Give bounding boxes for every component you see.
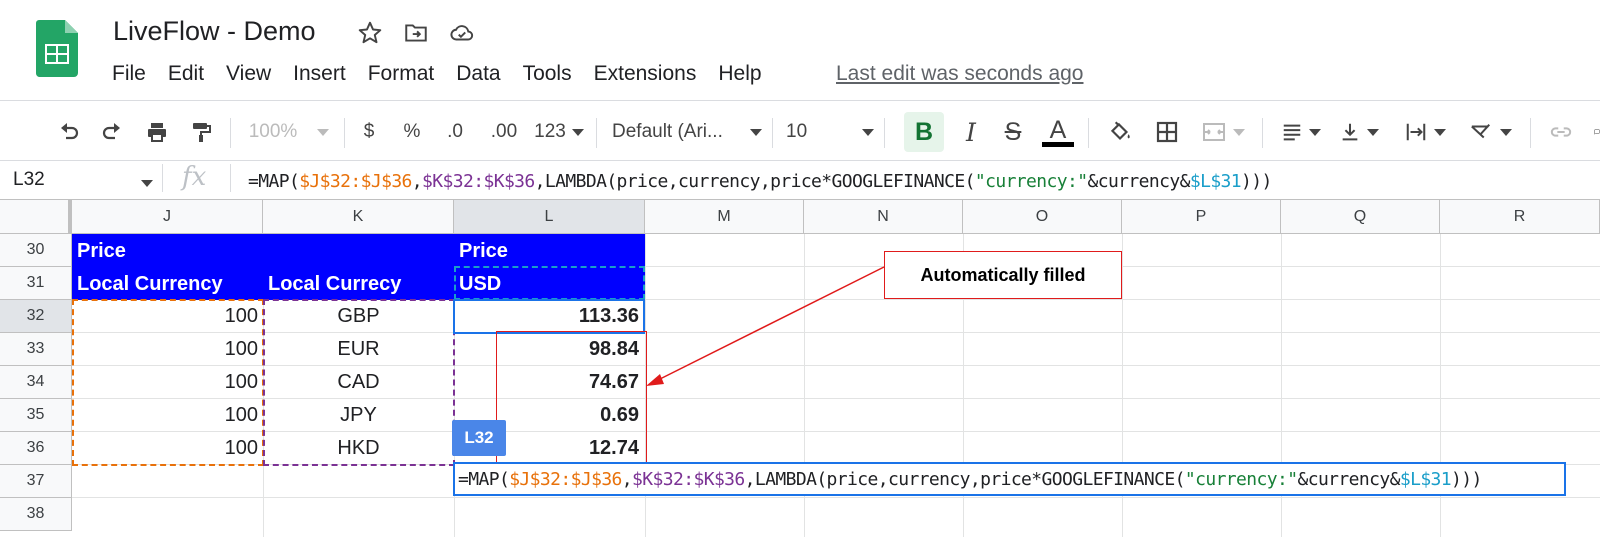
spreadsheet-grid[interactable]: J K L M N O P Q R 30 31 32 33 34 35 36 3… [0,200,1600,537]
toolbar: 100% $ % .0 .00 123 Default (Ari... 10 B… [0,108,1600,156]
currency-format-button[interactable]: $ [356,108,382,156]
text-color-swatch [1042,141,1074,147]
more-formats-button[interactable]: 123 [533,108,585,156]
menu-tools[interactable]: Tools [523,62,572,86]
insert-comment-icon[interactable] [1586,108,1600,156]
undo-icon[interactable] [52,108,86,156]
bold-button[interactable]: B [904,112,944,152]
document-title[interactable]: LiveFlow - Demo [113,16,316,47]
paint-format-icon[interactable] [184,108,218,156]
formula-part: &currency& [1087,171,1190,192]
formula-part: ))) [1451,468,1482,490]
menu-view[interactable]: View [226,62,271,86]
text-wrap-icon[interactable] [1398,108,1452,156]
print-icon[interactable] [140,108,174,156]
menu-file[interactable]: File [112,62,146,86]
menu-insert[interactable]: Insert [293,62,346,86]
redo-icon[interactable] [95,108,129,156]
formula-part: ))) [1241,171,1272,192]
move-folder-icon[interactable] [402,19,430,47]
formula-string: "currency:" [1184,468,1298,490]
formula-range-j: $J$32:$J$36 [509,468,622,490]
formula-ref-l31: $L$31 [1399,468,1452,490]
formula-part: &currency& [1297,468,1400,490]
zoom-select[interactable]: 100% [244,108,334,156]
italic-button[interactable]: I [954,108,988,156]
text-color-letter: A [1049,115,1067,144]
strikethrough-button[interactable]: S [996,108,1030,156]
formula-part: ,LAMBDA(price,currency,price*GOOGLEFINAN… [744,468,1186,490]
formula-part: ,LAMBDA(price,currency,price*GOOGLEFINAN… [534,171,976,192]
formula-range-k: $K$32:$K$36 [632,468,745,490]
merge-cells-icon[interactable] [1194,108,1252,156]
menu-bar: File Edit View Insert Format Data Tools … [112,62,784,86]
divider [0,160,1600,161]
vertical-align-icon[interactable] [1334,108,1384,156]
formula-string: "currency:" [974,171,1088,192]
formula-part: , [411,171,423,192]
formula-ref-l31: $L$31 [1189,171,1242,192]
divider [0,100,1600,101]
name-box-dropdown-icon[interactable] [141,180,153,187]
sheets-logo[interactable] [35,20,78,77]
star-icon[interactable] [356,19,384,47]
menu-format[interactable]: Format [368,62,435,86]
menu-data[interactable]: Data [456,62,500,86]
formula-part: =MAP( [458,468,510,490]
formula-part: =MAP( [248,171,300,192]
formula-part: , [621,468,633,490]
fx-icon: fx [182,162,207,192]
horizontal-align-icon[interactable] [1276,108,1326,156]
decrease-decimal-button[interactable]: .0 [440,108,470,156]
cell-reference-tag: L32 [452,420,506,456]
menu-extensions[interactable]: Extensions [594,62,697,86]
borders-icon[interactable] [1150,108,1184,156]
insert-link-icon[interactable] [1544,108,1578,156]
percent-format-button[interactable]: % [399,108,425,156]
text-rotation-icon[interactable] [1462,108,1518,156]
more-formats-label: 123 [534,121,566,142]
fill-color-icon[interactable] [1103,108,1137,156]
formula-input[interactable]: =MAP($J$32:$J$36,$K$32:$K$36,LAMBDA(pric… [248,171,1272,192]
formula-range-j: $J$32:$J$36 [299,171,412,192]
font-value: Default (Ari... [612,121,723,142]
formula-range-k: $K$32:$K$36 [422,171,535,192]
zoom-value: 100% [248,121,298,142]
increase-decimal-button[interactable]: .00 [484,108,524,156]
menu-edit[interactable]: Edit [168,62,204,86]
last-edit-link[interactable]: Last edit was seconds ago [836,62,1084,86]
cloud-saved-icon[interactable] [448,19,476,47]
cell-edit-input[interactable]: =MAP($J$32:$J$36, $K$32:$K$36 ,LAMBDA(pric… [453,462,1566,496]
menu-help[interactable]: Help [718,62,761,86]
font-size-value: 10 [786,121,808,142]
font-select[interactable]: Default (Ari... [612,108,762,156]
text-color-button[interactable]: A [1040,108,1076,156]
font-size-select[interactable]: 10 [786,108,874,156]
name-box[interactable]: L32 [13,169,45,191]
